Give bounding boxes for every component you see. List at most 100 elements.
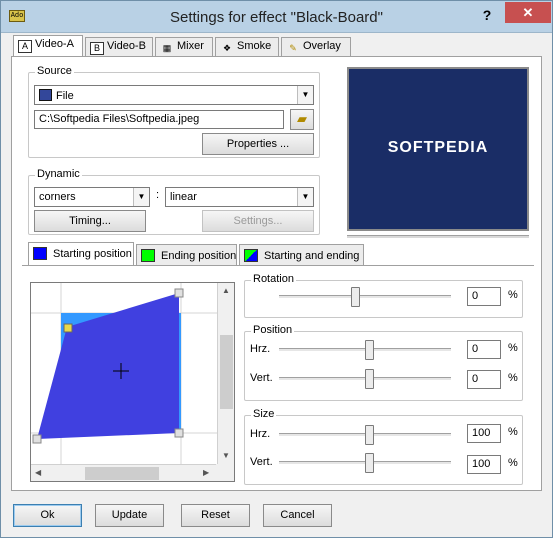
corner-handle-top-right[interactable] (174, 288, 184, 298)
position-hrz-ticks (281, 363, 451, 365)
position-editor[interactable]: ▲ ▼ ◀ ▶ (30, 282, 235, 482)
preview-image: SOFTPEDIA (347, 67, 529, 231)
chevron-down-icon: ▼ (133, 188, 149, 206)
preview-logo: SOFTPEDIA (387, 139, 489, 156)
size-hrz-field[interactable]: 100 (467, 424, 501, 443)
horizontal-scroll-thumb[interactable] (85, 467, 159, 480)
settings-button: Settings... (202, 210, 314, 232)
timing-button[interactable]: Timing... (34, 210, 146, 232)
tab-label: Starting position (53, 248, 132, 260)
ok-button[interactable]: Ok (13, 504, 82, 527)
source-type-value: File (56, 90, 74, 102)
rotation-group: Rotation 0 % (244, 273, 523, 318)
corner-handle-bottom-right[interactable] (174, 428, 184, 438)
tab-video-a[interactable]: A Video-A (13, 35, 83, 56)
position-hrz-unit: % (508, 342, 518, 354)
vertical-scroll-thumb[interactable] (220, 335, 233, 409)
tab-overlay[interactable]: ✎ Overlay (281, 37, 351, 56)
size-vert-slider[interactable] (365, 453, 374, 473)
tab-label: Overlay (303, 40, 341, 52)
size-hrz-unit: % (508, 426, 518, 438)
tab-starting-position[interactable]: Starting position (28, 242, 134, 266)
title-bar: Ado Settings for effect "Black-Board" ? … (1, 1, 552, 33)
video-b-icon: B (90, 42, 104, 55)
editor-horizontal-scrollbar[interactable]: ◀ ▶ (31, 464, 217, 481)
size-vert-unit: % (508, 457, 518, 469)
rotation-unit: % (508, 289, 518, 301)
tab-video-b[interactable]: B Video-B (85, 37, 153, 56)
size-group-label: Size (251, 408, 277, 420)
browse-folder-button[interactable]: ▰ (290, 109, 314, 130)
tab-label: Smoke (237, 40, 272, 52)
position-tabs-border (22, 265, 534, 266)
tab-label: Starting and ending (264, 250, 360, 262)
size-hrz-slider[interactable] (365, 425, 374, 445)
source-group-label: Source (35, 65, 74, 77)
size-vert-ticks (281, 476, 451, 478)
dynamic-separator: : (156, 189, 160, 201)
position-vert-slider[interactable] (365, 369, 374, 389)
size-vert-label: Vert. (250, 456, 273, 468)
size-vert-field[interactable]: 100 (467, 455, 501, 474)
close-button[interactable]: ✕ (505, 2, 551, 23)
position-vert-label: Vert. (250, 372, 273, 384)
tab-starting-and-ending[interactable]: Starting and ending (239, 244, 364, 266)
position-hrz-slider[interactable] (365, 340, 374, 360)
position-group-label: Position (251, 324, 295, 336)
start-color-swatch (33, 247, 47, 260)
chevron-down-icon: ▼ (297, 188, 313, 206)
corner-handle-top-left[interactable] (63, 323, 73, 333)
tab-label: Mixer (177, 40, 204, 52)
position-vert-field[interactable]: 0 (467, 370, 501, 389)
dynamic-mode-value: corners (39, 191, 76, 203)
scroll-down-icon[interactable]: ▼ (222, 451, 230, 460)
rotation-ticks (281, 311, 451, 313)
smoke-icon: ❖ (222, 43, 232, 53)
folder-icon: ▰ (297, 111, 307, 126)
help-button[interactable]: ? (475, 5, 499, 25)
start-end-color-swatch (244, 249, 258, 262)
size-hrz-ticks (281, 448, 451, 450)
rotation-track (279, 295, 451, 299)
video-a-icon: A (18, 40, 32, 53)
source-type-select[interactable]: File ▼ (34, 85, 314, 105)
position-hrz-label: Hrz. (250, 343, 271, 355)
settings-window: Ado Settings for effect "Black-Board" ? … (0, 0, 553, 538)
properties-button[interactable]: Properties ... (202, 133, 314, 155)
preview-separator (347, 235, 529, 239)
position-hrz-field[interactable]: 0 (467, 340, 501, 359)
effect-tabs: A Video-A B Video-B ▦ Mixer ❖ Smoke ✎ Overlay (11, 35, 542, 57)
source-path-field[interactable]: C:\Softpedia Files\Softpedia.jpeg (34, 110, 284, 129)
dynamic-interp-select[interactable]: linear ▼ (165, 187, 314, 207)
film-icon (39, 89, 52, 101)
corner-handle-bottom-left[interactable] (32, 434, 42, 444)
tab-label: Video-A (35, 38, 74, 50)
cancel-button[interactable]: Cancel (263, 504, 332, 527)
mixer-icon: ▦ (162, 43, 172, 53)
position-vert-unit: % (508, 372, 518, 384)
size-hrz-label: Hrz. (250, 428, 271, 440)
chevron-down-icon: ▼ (297, 86, 313, 104)
tab-label: Ending position (161, 250, 237, 262)
tab-smoke[interactable]: ❖ Smoke (215, 37, 279, 56)
scroll-right-icon[interactable]: ▶ (203, 468, 209, 477)
tab-label: Video-B (107, 40, 146, 52)
scroll-left-icon[interactable]: ◀ (35, 468, 41, 477)
dynamic-group-label: Dynamic (35, 168, 82, 180)
size-group: Size Hrz. 100 % Vert. 100 % (244, 408, 523, 485)
dynamic-mode-select[interactable]: corners ▼ (34, 187, 150, 207)
rotation-slider[interactable] (351, 287, 360, 307)
window-title: Settings for effect "Black-Board" (170, 9, 383, 26)
tab-ending-position[interactable]: Ending position (136, 244, 237, 266)
editor-vertical-scrollbar[interactable]: ▲ ▼ (217, 283, 234, 465)
tab-mixer[interactable]: ▦ Mixer (155, 37, 213, 56)
end-color-swatch (141, 249, 155, 262)
reset-button[interactable]: Reset (181, 504, 250, 527)
scroll-up-icon[interactable]: ▲ (222, 286, 230, 295)
position-group: Position Hrz. 0 % Vert. 0 % (244, 324, 523, 401)
update-button[interactable]: Update (95, 504, 164, 527)
editor-canvas[interactable] (31, 283, 217, 465)
scrollbar-corner (216, 464, 234, 481)
rotation-field[interactable]: 0 (467, 287, 501, 306)
transform-shape[interactable] (37, 293, 179, 439)
